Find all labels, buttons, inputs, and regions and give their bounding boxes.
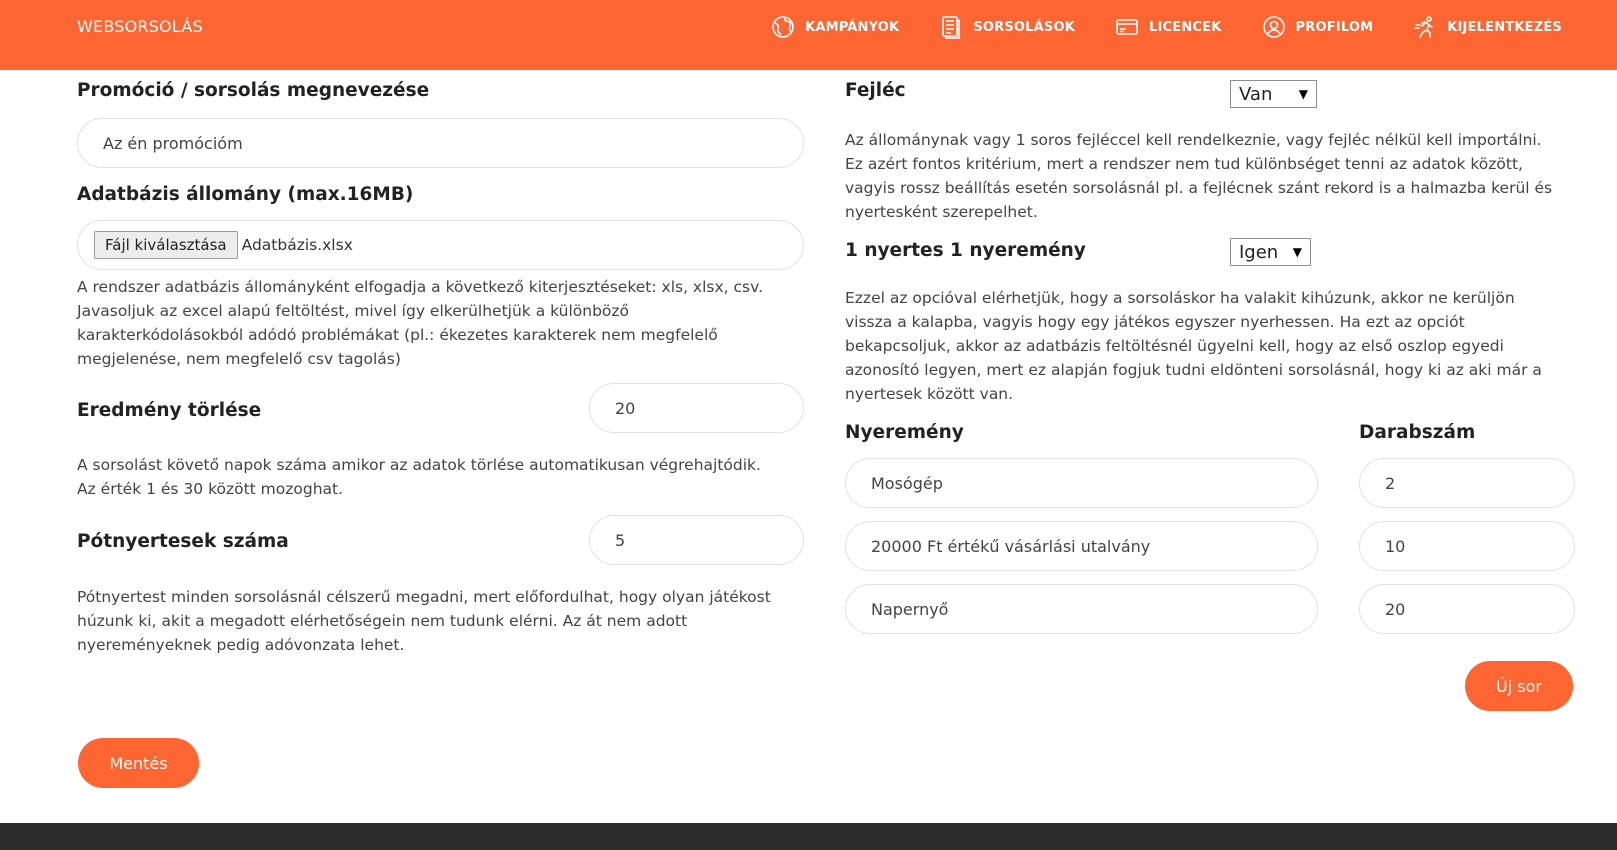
running-person-icon <box>1413 15 1437 39</box>
prize-quantity-value: 2 <box>1385 473 1396 493</box>
promo-name-label: Promóció / sorsolás megnevezése <box>77 80 430 101</box>
prize-quantity-input[interactable]: 10 <box>1359 521 1575 571</box>
description-line: megjelenése, nem megfelelő csv tagolás) <box>77 350 401 368</box>
prize-name-value: 20000 Ft értékű vásárlási utalvány <box>871 536 1151 556</box>
extra-winners-value: 5 <box>615 530 626 550</box>
dropdown-arrow-icon: ▼ <box>1292 245 1302 259</box>
result-delete-label: Eredmény törlése <box>77 400 262 421</box>
prize-name-value: Napernyő <box>871 599 949 619</box>
one-winner-one-prize-label: 1 nyertes 1 nyeremény <box>845 240 1086 261</box>
brand-logo-text[interactable]: WEBSORSOLÁS <box>77 17 203 36</box>
nav-item-profile[interactable]: PROFILOM <box>1262 15 1374 39</box>
nav-item-licenses[interactable]: LICENCEK <box>1115 15 1222 39</box>
save-button[interactable]: Mentés <box>78 738 199 788</box>
description-line: vissza a kalapba, vagyis hogy egy játéko… <box>845 313 1465 331</box>
result-delete-description: A sorsolást követő napok száma amikor az… <box>77 453 817 501</box>
nav-label: SORSOLÁSOK <box>973 19 1075 35</box>
prize-quantity-value: 10 <box>1385 536 1406 556</box>
prize-name-input[interactable]: Mosógép <box>845 458 1318 508</box>
nav-item-campaigns[interactable]: KAMPÁNYOK <box>771 15 899 39</box>
document-icon <box>939 15 963 39</box>
description-line: húzunk ki, akit a megadott elérhetőségei… <box>77 612 688 630</box>
quantity-column-header: Darabszám <box>1359 422 1476 443</box>
prize-quantity-value: 20 <box>1385 599 1406 619</box>
one-winner-description: Ezzel az opcióval elérhetjük, hogy a sor… <box>845 286 1585 406</box>
description-line: Ez azért fontos kritérium, mert a rendsz… <box>845 155 1523 173</box>
description-line: Pótnyertest minden sorsolásnál célszerű … <box>77 588 771 606</box>
description-line: azonosító legyen, mert ez alapján fogjuk… <box>845 361 1542 379</box>
nav-item-logout[interactable]: KIJELENTKEZÉS <box>1413 15 1562 39</box>
description-line: bekapcsoljuk, akkor az adatbázis feltölt… <box>845 337 1504 355</box>
database-file-label: Adatbázis állomány (max.16MB) <box>77 184 414 205</box>
description-line: nyertesek között van. <box>845 385 1014 403</box>
prize-name-value: Mosógép <box>871 473 943 493</box>
description-line: Javasoljuk az excel alapú feltöltést, mi… <box>77 302 630 320</box>
extra-winners-description: Pótnyertest minden sorsolásnál célszerű … <box>77 585 817 657</box>
description-line: nyertesként szerepelhet. <box>845 203 1038 221</box>
dropdown-arrow-icon: ▼ <box>1298 87 1308 101</box>
prize-name-input[interactable]: 20000 Ft értékű vásárlási utalvány <box>845 521 1318 571</box>
nav-item-draws[interactable]: SORSOLÁSOK <box>939 15 1075 39</box>
nav-label: LICENCEK <box>1148 19 1222 35</box>
choose-file-button[interactable]: Fájl kiválasztása <box>94 231 238 259</box>
header-row-selected-value: Van <box>1239 83 1273 105</box>
prize-column-header: Nyeremény <box>845 422 964 443</box>
selected-file-name: Adatbázis.xlsx <box>241 236 353 254</box>
database-file-description: A rendszer adatbázis állományként elfoga… <box>77 275 817 371</box>
header-row-select[interactable]: Van ▼ <box>1230 80 1317 108</box>
description-line: A sorsolást követő napok száma amikor az… <box>77 456 761 474</box>
description-line: vagyis rossz beállítás esetén sorsolásná… <box>845 179 1553 197</box>
nav-label: PROFILOM <box>1295 19 1374 35</box>
new-row-button[interactable]: Új sor <box>1465 661 1573 711</box>
nav-label: KIJELENTKEZÉS <box>1447 19 1562 35</box>
nav-label: KAMPÁNYOK <box>805 19 900 35</box>
description-line: nyereményeknek pedig adóvonzata lehet. <box>77 636 405 654</box>
promo-name-input[interactable]: Az én promócióm <box>77 118 804 168</box>
prize-name-input[interactable]: Napernyő <box>845 584 1318 634</box>
top-navigation-bar: WEBSORSOLÁS KAMPÁNYOK SORSOLÁSOK LICENCE… <box>0 0 1617 70</box>
result-delete-value: 20 <box>615 398 636 418</box>
description-line: Ezzel az opcióval elérhetjük, hogy a sor… <box>845 289 1515 307</box>
prize-quantity-input[interactable]: 2 <box>1359 458 1575 508</box>
result-delete-input[interactable]: 20 <box>589 383 804 433</box>
header-row-label: Fejléc <box>845 80 906 101</box>
profile-icon <box>1262 15 1286 39</box>
prize-quantity-input[interactable]: 20 <box>1359 584 1575 634</box>
one-winner-one-prize-select[interactable]: Igen ▼ <box>1230 238 1311 266</box>
database-file-input[interactable]: Fájl kiválasztása Adatbázis.xlsx <box>77 220 804 270</box>
header-row-description: Az állománynak vagy 1 soros fejléccel ke… <box>845 128 1580 224</box>
page-footer <box>0 823 1617 850</box>
promo-name-value: Az én promócióm <box>103 133 243 153</box>
description-line: A rendszer adatbázis állományként elfoga… <box>77 278 764 296</box>
globe-icon <box>771 15 795 39</box>
extra-winners-label: Pótnyertesek száma <box>77 531 289 552</box>
one-winner-selected-value: Igen <box>1239 241 1279 263</box>
description-line: Az érték 1 és 30 között mozoghat. <box>77 480 344 498</box>
card-icon <box>1115 15 1139 39</box>
extra-winners-input[interactable]: 5 <box>589 515 804 565</box>
description-line: Az állománynak vagy 1 soros fejléccel ke… <box>845 131 1542 149</box>
main-nav: KAMPÁNYOK SORSOLÁSOK LICENCEK PROFILOM K… <box>731 13 1562 41</box>
description-line: karakterkódolásokból adódó problémákat (… <box>77 326 718 344</box>
